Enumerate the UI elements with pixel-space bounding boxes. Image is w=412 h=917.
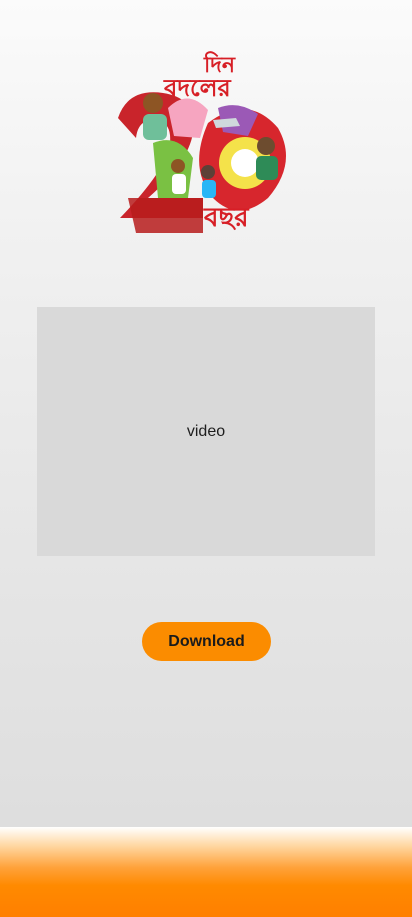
video-placeholder-label: video xyxy=(186,422,226,440)
campaign-logo-graphic: দিন বদলের বছর ২০ xyxy=(108,48,286,233)
bottom-gradient-bar xyxy=(0,827,412,917)
download-button[interactable]: Download xyxy=(142,622,271,661)
logo-text-line4: বছর xyxy=(203,203,250,233)
campaign-logo: দিন বদলের বছর ২০ xyxy=(108,48,304,262)
logo-text-line3: ২০ xyxy=(108,48,110,49)
video-player[interactable]: video xyxy=(37,307,375,556)
logo-text-line2: বদলের xyxy=(163,74,231,102)
